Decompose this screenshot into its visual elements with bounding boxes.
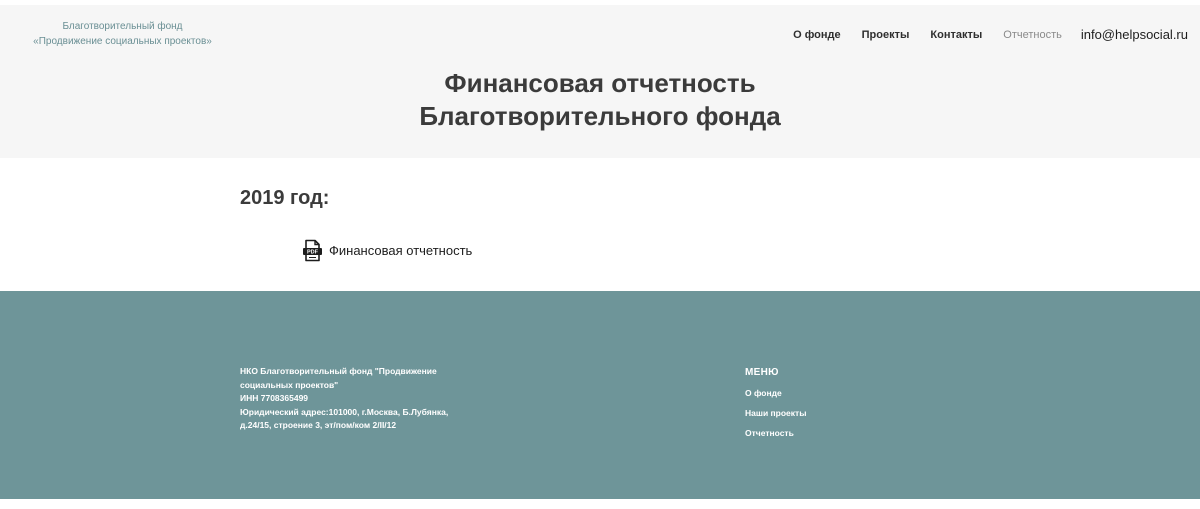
nav-email-link[interactable]: info@helpsocial.ru <box>1081 27 1188 42</box>
pdf-badge-text: PDF <box>307 250 319 256</box>
nav-item-about[interactable]: О фонде <box>793 29 841 41</box>
pdf-file-icon: PDF <box>302 239 323 262</box>
footer-inn: ИНН 7708365499 <box>240 393 309 403</box>
nav-item-projects[interactable]: Проекты <box>862 29 910 41</box>
footer-menu-item-about[interactable]: О фонде <box>745 388 806 398</box>
footer-org-line-2: социальных проектов" <box>240 379 339 390</box>
footer-menu-title: МЕНЮ <box>745 367 779 378</box>
nav-item-contacts[interactable]: Контакты <box>930 29 982 41</box>
page-title-line-1: Финансовая отчетность <box>444 68 756 98</box>
site-logo[interactable]: Благотворительный фонд «Продвижение соци… <box>30 19 215 49</box>
site-footer: НКО Благотворительный фонд "Продвижение … <box>0 291 1200 499</box>
footer-org-line-1: НКО Благотворительный фонд "Продвижение <box>240 366 437 376</box>
main-nav: О фонде Проекты Контакты Отчетность info… <box>772 27 1188 42</box>
year-heading: 2019 год: <box>240 187 330 209</box>
page-title: Финансовая отчетность Благотворительного… <box>0 67 1200 133</box>
footer-address-line-2: д.24/15, строение 3, эт/пом/ком 2/II/12 <box>240 420 397 430</box>
page: Благотворительный фонд «Продвижение соци… <box>0 0 1200 509</box>
site-header: Благотворительный фонд «Продвижение соци… <box>0 5 1200 158</box>
financial-report-link[interactable]: PDF Финансовая отчетность <box>302 239 472 262</box>
logo-line-2: «Продвижение социальных проектов» <box>33 36 212 47</box>
footer-org-info: НКО Благотворительный фонд "Продвижение … <box>240 365 470 433</box>
financial-report-label: Финансовая отчетность <box>329 243 473 258</box>
footer-menu: МЕНЮ О фонде Наши проекты Отчетность <box>745 367 806 448</box>
logo-line-1: Благотворительный фонд <box>62 21 183 32</box>
footer-menu-item-projects[interactable]: Наши проекты <box>745 408 806 418</box>
footer-menu-item-reports[interactable]: Отчетность <box>745 428 806 438</box>
footer-address-line-1: Юридический адрес:101000, г.Москва, Б.Лу… <box>240 406 449 417</box>
page-title-line-2: Благотворительного фонда <box>419 101 781 131</box>
nav-item-reports[interactable]: Отчетность <box>1003 29 1062 41</box>
